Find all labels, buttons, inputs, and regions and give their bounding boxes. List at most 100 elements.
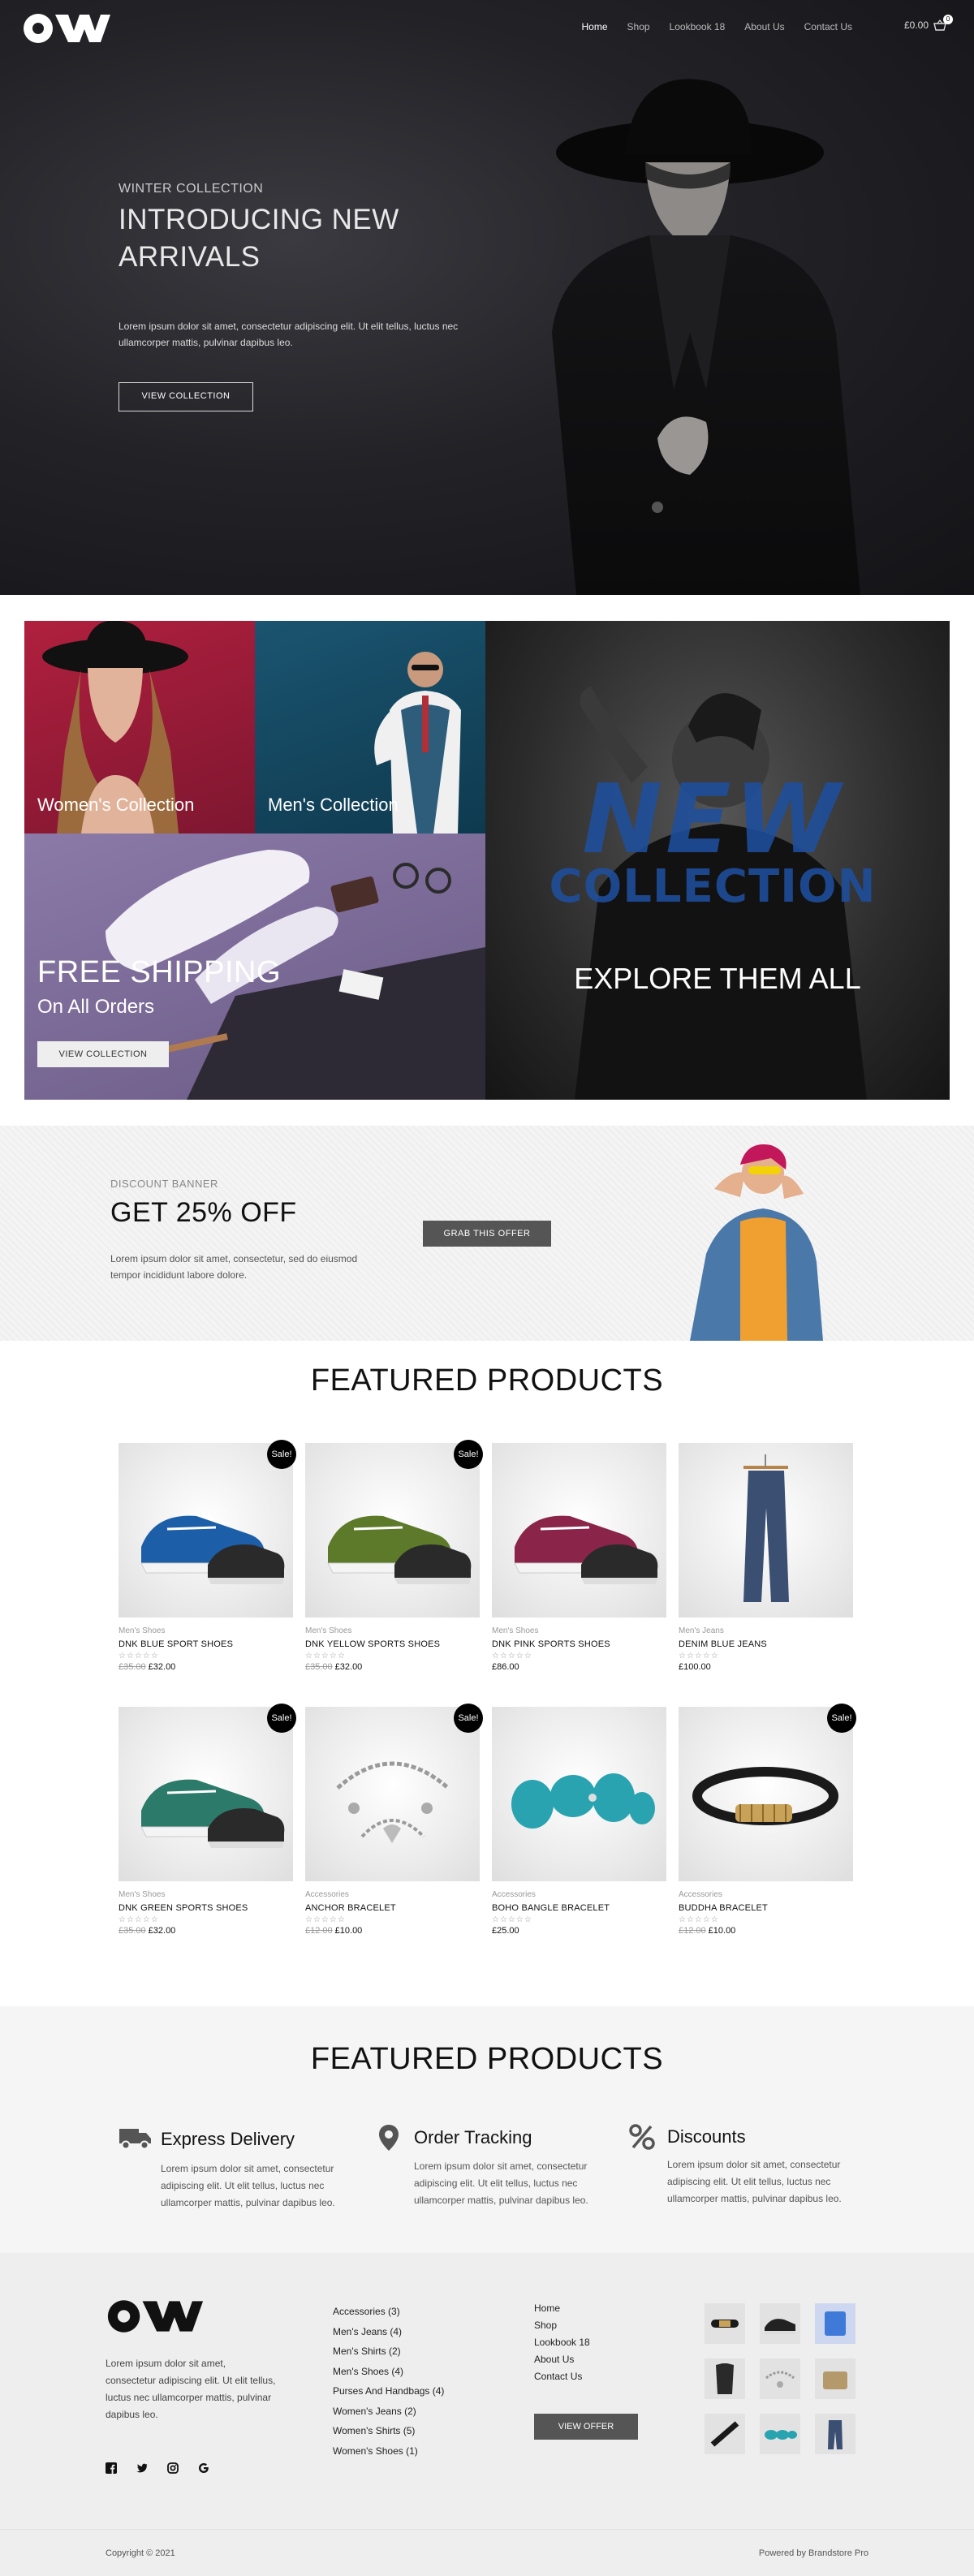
site-logo[interactable]: [23, 11, 112, 45]
product-card[interactable]: Sale! Men's Shoes DNK YELLOW SPORTS SHOES ☆…: [305, 1440, 483, 1672]
footer-link-about[interactable]: About Us: [534, 2351, 590, 2368]
product-category[interactable]: Accessories: [305, 1890, 480, 1899]
product-category[interactable]: Men's Shoes: [492, 1626, 666, 1635]
thumb-leather[interactable]: [705, 2414, 745, 2454]
product-card[interactable]: Accessories BOHO BANGLE BRACELET ☆☆☆☆☆ £25.…: [492, 1707, 666, 1936]
new-collection-tile[interactable]: NEW COLLECTION EXPLORE THEM ALL: [485, 621, 950, 1100]
product-name[interactable]: DNK GREEN SPORTS SHOES: [119, 1903, 293, 1913]
thumb-purse[interactable]: [815, 2358, 855, 2399]
product-category[interactable]: Men's Shoes: [119, 1626, 293, 1635]
thumb-blue-case[interactable]: [815, 2303, 855, 2344]
category-link[interactable]: Women's Shoes (1): [333, 2441, 444, 2462]
nav-home[interactable]: Home: [582, 21, 608, 32]
category-link[interactable]: Men's Jeans (4): [333, 2322, 444, 2342]
womens-collection-tile[interactable]: Women's Collection: [24, 621, 255, 834]
product-image[interactable]: Sale!: [119, 1440, 296, 1618]
powered-by-text: Powered by Brandstore Pro: [758, 2548, 868, 2558]
product-card[interactable]: Sale! Accessories BUDDHA BRACELET ☆☆☆☆☆ £12.…: [679, 1704, 856, 1936]
thumb-shoe[interactable]: [760, 2303, 800, 2344]
product-image[interactable]: Sale!: [305, 1704, 483, 1881]
thumb-beads[interactable]: [760, 2414, 800, 2454]
category-link[interactable]: Accessories (3): [333, 2302, 444, 2322]
free-shipping-subtitle: On All Orders: [37, 996, 155, 1018]
footer-link-home[interactable]: Home: [534, 2300, 590, 2317]
product-image[interactable]: [492, 1707, 666, 1881]
footer-logo[interactable]: [106, 2298, 206, 2335]
rating-stars: ☆☆☆☆☆: [119, 1915, 159, 1924]
grab-offer-button[interactable]: GRAB THIS OFFER: [423, 1221, 551, 1247]
product-name[interactable]: DENIM BLUE JEANS: [679, 1639, 853, 1649]
site-footer: Lorem ipsum dolor sit amet, consectetur …: [0, 2253, 974, 2576]
current-price: £32.00: [334, 1662, 363, 1672]
mens-collection-tile[interactable]: Men's Collection: [255, 621, 485, 834]
product-name[interactable]: DNK PINK SPORTS SHOES: [492, 1639, 666, 1649]
product-image[interactable]: [679, 1443, 853, 1618]
product-category[interactable]: Men's Jeans: [679, 1626, 853, 1635]
footer-divider: [0, 2529, 974, 2530]
product-name[interactable]: DNK BLUE SPORT SHOES: [119, 1639, 293, 1649]
view-collection-button[interactable]: VIEW COLLECTION: [119, 382, 253, 411]
cart-button[interactable]: £0.00 0: [904, 15, 953, 31]
new-word: NEW: [582, 763, 843, 875]
footer-link-shop[interactable]: Shop: [534, 2317, 590, 2334]
instagram-icon[interactable]: [167, 2462, 179, 2474]
product-name[interactable]: BOHO BANGLE BRACELET: [492, 1903, 666, 1913]
nav-about[interactable]: About Us: [744, 21, 784, 32]
category-link[interactable]: Men's Shoes (4): [333, 2362, 444, 2382]
product-category[interactable]: Men's Shoes: [305, 1626, 480, 1635]
footer-link-lookbook[interactable]: Lookbook 18: [534, 2334, 590, 2351]
rating-stars: ☆☆☆☆☆: [305, 1652, 346, 1661]
google-icon[interactable]: [198, 2462, 209, 2474]
product-image[interactable]: Sale!: [679, 1704, 856, 1881]
current-price: £32.00: [148, 1926, 176, 1936]
feature-order-tracking: Order Tracking Lorem ipsum dolor sit ame…: [372, 2124, 607, 2209]
product-price: £35.00 £32.00: [119, 1926, 293, 1936]
product-name[interactable]: DNK YELLOW SPORTS SHOES: [305, 1639, 480, 1649]
new-collection-wordmark: NEW COLLECTION: [542, 763, 883, 913]
copyright-text: Copyright © 2021: [106, 2548, 175, 2558]
shipping-view-collection-button[interactable]: VIEW COLLECTION: [37, 1041, 169, 1067]
product-category[interactable]: Accessories: [679, 1890, 853, 1899]
sale-badge: Sale!: [454, 1704, 483, 1733]
category-link[interactable]: Women's Shirts (5): [333, 2421, 444, 2441]
product-price: £35.00 £32.00: [305, 1662, 480, 1672]
nav-shop[interactable]: Shop: [627, 21, 650, 32]
current-price: £86.00: [492, 1662, 519, 1672]
product-name[interactable]: ANCHOR BRACELET: [305, 1903, 480, 1913]
view-offer-button[interactable]: VIEW OFFER: [534, 2414, 638, 2440]
features-section: FEATURED PRODUCTS Express Delivery Lorem…: [0, 2006, 974, 2253]
hero-eyebrow: WINTER COLLECTION: [119, 182, 264, 196]
old-price: £35.00: [305, 1662, 333, 1672]
feature-express-delivery: Express Delivery Lorem ipsum dolor sit a…: [119, 2124, 354, 2212]
sale-badge: Sale!: [267, 1440, 296, 1469]
product-image[interactable]: Sale!: [305, 1440, 483, 1618]
explore-them-all-label: EXPLORE THEM ALL: [574, 962, 861, 995]
rating-stars: ☆☆☆☆☆: [679, 1652, 719, 1661]
nav-lookbook[interactable]: Lookbook 18: [670, 21, 726, 32]
product-image[interactable]: Sale!: [119, 1704, 296, 1881]
product-card[interactable]: Men's Jeans DENIM BLUE JEANS ☆☆☆☆☆ £100.00: [679, 1443, 853, 1672]
twitter-icon[interactable]: [136, 2462, 148, 2474]
product-category[interactable]: Men's Shoes: [119, 1890, 293, 1899]
discount-banner: DISCOUNT BANNER GET 25% OFF Lorem ipsum …: [0, 1126, 974, 1341]
thumb-shirt[interactable]: [705, 2358, 745, 2399]
product-card[interactable]: Sale! Men's Shoes DNK GREEN SPORTS SHOES ☆☆…: [119, 1704, 296, 1936]
facebook-icon[interactable]: [106, 2462, 117, 2474]
thumb-jeans[interactable]: [815, 2414, 855, 2454]
thumb-chain[interactable]: [760, 2358, 800, 2399]
category-link[interactable]: Purses And Handbags (4): [333, 2381, 444, 2402]
basket-icon: 0: [933, 15, 953, 31]
collection-word: COLLECTION: [549, 860, 877, 913]
product-card[interactable]: Sale! Accessories ANCHOR BRACELET ☆☆☆☆☆ £12.…: [305, 1704, 483, 1936]
product-image[interactable]: [492, 1443, 666, 1618]
product-card[interactable]: Men's Shoes DNK PINK SPORTS SHOES ☆☆☆☆☆ £86…: [492, 1443, 666, 1672]
feature-title: Express Delivery: [161, 2128, 295, 2149]
category-link[interactable]: Women's Jeans (2): [333, 2402, 444, 2422]
product-card[interactable]: Sale! Men's Shoes DNK BLUE SPORT SHOES ☆☆☆☆…: [119, 1440, 296, 1672]
nav-contact[interactable]: Contact Us: [804, 21, 852, 32]
thumb-bracelet[interactable]: [705, 2303, 745, 2344]
footer-link-contact[interactable]: Contact Us: [534, 2368, 590, 2385]
product-category[interactable]: Accessories: [492, 1890, 666, 1899]
category-link[interactable]: Men's Shirts (2): [333, 2341, 444, 2362]
product-name[interactable]: BUDDHA BRACELET: [679, 1903, 853, 1913]
